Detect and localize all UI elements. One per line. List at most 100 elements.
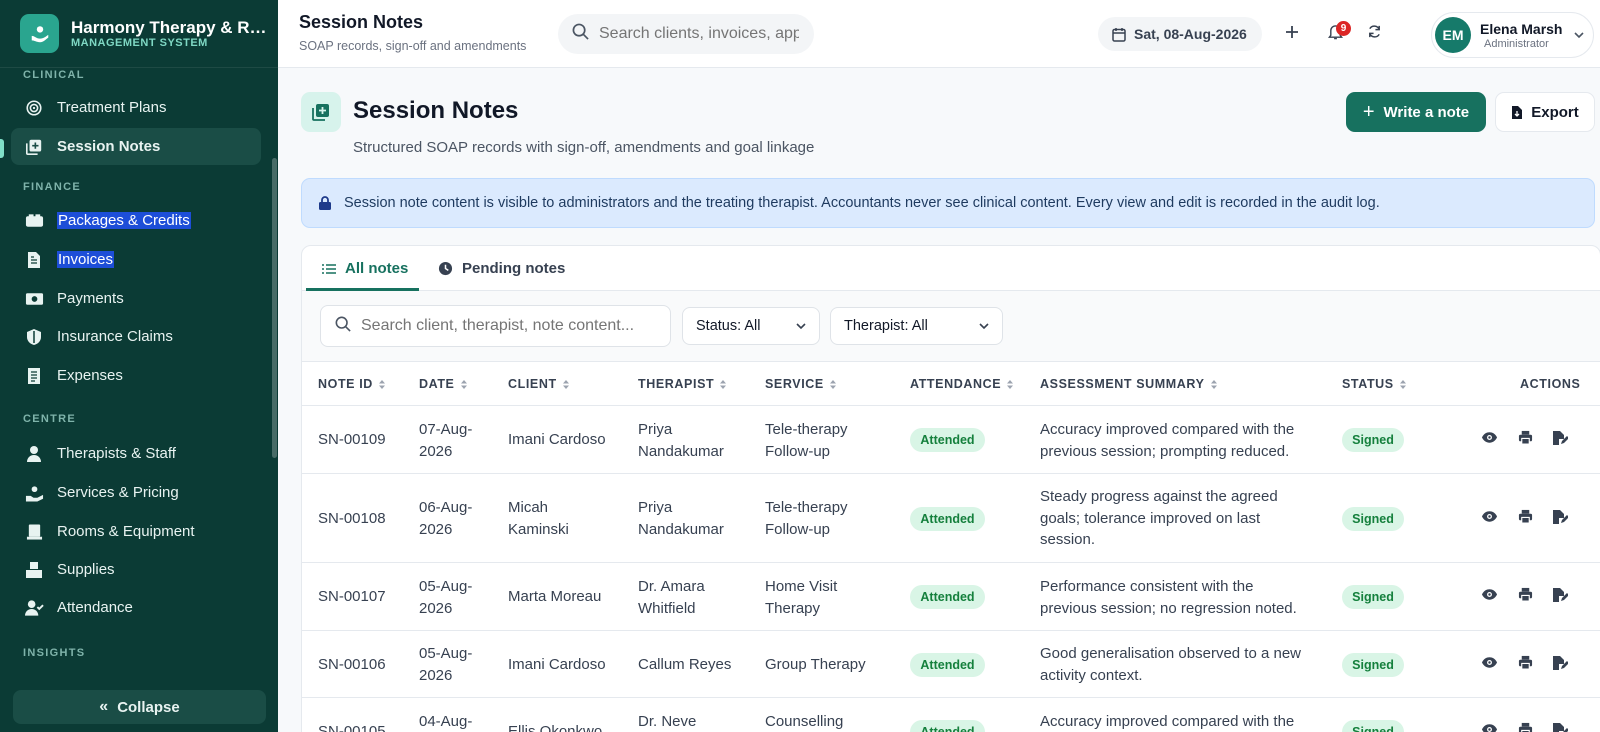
col-therapist[interactable]: THERAPIST: [638, 377, 727, 391]
table-row[interactable]: SN-00107 05-Aug- 2026 Marta Moreau Dr. Amara…: [302, 563, 1600, 631]
table-row[interactable]: SN-00109 07-Aug- 2026 Imani Cardoso Priya Nan…: [302, 406, 1600, 474]
attendance-badge: Attended: [910, 720, 985, 732]
table-row[interactable]: SN-00108 06-Aug- 2026 Micah Kaminski Priya Nan…: [302, 474, 1600, 563]
therapist-filter[interactable]: Therapist: All: [830, 307, 1003, 345]
col-label: SERVICE: [765, 377, 824, 391]
search-icon: [572, 23, 589, 45]
attendance-badge: Attended: [910, 507, 985, 531]
col-label: ASSESSMENT SUMMARY: [1040, 377, 1205, 391]
view-button[interactable]: [1479, 430, 1499, 450]
print-button[interactable]: [1515, 430, 1535, 450]
eye-icon: [1481, 431, 1498, 449]
col-date[interactable]: DATE: [419, 377, 468, 391]
col-actions: ACTIONS: [1520, 377, 1580, 391]
sidebar-item-attendance[interactable]: Attendance: [11, 589, 261, 626]
refresh-button[interactable]: [1357, 17, 1391, 51]
active-indicator: [0, 139, 4, 158]
lock-icon: [318, 195, 332, 211]
nav-section-finance: FINANCE: [23, 181, 81, 193]
write-note-button[interactable]: + Write a note: [1346, 92, 1486, 132]
collapse-button[interactable]: « Collapse: [13, 690, 266, 724]
status-filter[interactable]: Status: All: [682, 307, 820, 345]
col-status[interactable]: STATUS: [1342, 377, 1407, 391]
therapist-cell: Dr. Amara Whitfield: [638, 576, 705, 619]
cell-line: Priya: [638, 421, 673, 438]
date-pill[interactable]: Sat, 08-Aug-2026: [1098, 17, 1262, 51]
list-icon: [322, 263, 336, 275]
sidebar-item-label: Session Notes: [57, 138, 161, 155]
global-search-input[interactable]: [599, 25, 799, 43]
topbar-subtitle: SOAP records, sign-off and amendments: [299, 39, 527, 53]
add-button[interactable]: [1275, 17, 1309, 51]
brand: Harmony Therapy & Re... MANAGEMENT SYSTE…: [0, 0, 278, 68]
notification-badge: 9: [1336, 21, 1351, 36]
print-icon: [1518, 509, 1533, 529]
notifications-button[interactable]: 9: [1318, 17, 1352, 51]
summary-cell: Accuracy improved compared with the previ…: [1040, 419, 1294, 462]
sidebar-item-treatment-plans[interactable]: Treatment Plans: [11, 89, 261, 126]
sidebar-item-insurance-claims[interactable]: Insurance Claims: [11, 318, 261, 355]
chevron-down-icon: [1573, 28, 1585, 46]
sidebar-item-therapists-staff[interactable]: Therapists & Staff: [11, 435, 261, 472]
boxes-icon: [24, 560, 44, 580]
notes-card: All notes Pending notes Status: All Ther…: [301, 245, 1600, 732]
col-attendance[interactable]: ATTENDANCE: [910, 377, 1014, 391]
sidebar-item-expenses[interactable]: Expenses: [11, 357, 261, 394]
tab-all-notes[interactable]: All notes: [322, 246, 408, 291]
date-cell: 05-Aug- 2026: [419, 643, 472, 686]
file-edit-icon: [1552, 655, 1569, 676]
view-button[interactable]: [1479, 722, 1499, 732]
user-menu[interactable]: EM Elena Marsh Administrator: [1431, 12, 1594, 58]
client-cell: Ellis Okonkwo: [508, 721, 602, 732]
sidebar-item-supplies[interactable]: Supplies: [11, 551, 261, 588]
col-assessment-summary[interactable]: ASSESSMENT SUMMARY: [1040, 377, 1218, 391]
print-button[interactable]: [1515, 722, 1535, 732]
amend-button[interactable]: [1550, 722, 1570, 732]
notes-icon: [24, 137, 44, 157]
sidebar-item-label: Insurance Claims: [57, 328, 173, 345]
file-edit-icon: [1552, 587, 1569, 608]
table-row[interactable]: SN-00106 05-Aug- 2026 Imani Cardoso Callum R…: [302, 631, 1600, 698]
date-cell: 07-Aug- 2026: [419, 419, 472, 462]
cell-line: Ellis Okonkwo: [508, 723, 603, 732]
view-button[interactable]: [1479, 655, 1499, 675]
view-button[interactable]: [1479, 509, 1499, 529]
sidebar-item-packages[interactable]: Packages & Credits: [11, 202, 261, 239]
table-row[interactable]: SN-00105 04-Aug-2026 Ellis Okonkwo Dr. Neve…: [302, 698, 1600, 732]
user-name: Elena Marsh: [1480, 21, 1563, 37]
client-cell: Imani Cardoso: [508, 654, 606, 676]
print-button[interactable]: [1515, 655, 1535, 675]
col-note-id[interactable]: NOTE ID: [318, 377, 386, 391]
col-label: DATE: [419, 377, 455, 391]
col-service[interactable]: SERVICE: [765, 377, 837, 391]
cell-line: Imani Cardoso: [508, 431, 606, 448]
amend-button[interactable]: [1550, 587, 1570, 607]
sidebar-item-services-pricing[interactable]: Services & Pricing: [11, 474, 261, 511]
export-button[interactable]: Export: [1495, 92, 1595, 132]
tab-pending-notes[interactable]: Pending notes: [438, 246, 565, 291]
amend-button[interactable]: [1550, 655, 1570, 675]
sidebar-item-invoices[interactable]: Invoices: [11, 241, 261, 278]
col-label: ATTENDANCE: [910, 377, 1002, 391]
attendance-badge: Attended: [910, 585, 985, 609]
nav-section-insights: INSIGHTS: [23, 647, 86, 659]
sidebar-item-label: Invoices: [57, 251, 115, 268]
eye-icon: [1481, 510, 1498, 528]
shield-icon: [24, 327, 44, 347]
notes-search-input[interactable]: [361, 317, 661, 335]
amend-button[interactable]: [1550, 509, 1570, 529]
sidebar-item-payments[interactable]: Payments: [11, 280, 261, 317]
print-button[interactable]: [1515, 509, 1535, 529]
sidebar-item-session-notes[interactable]: Session Notes: [11, 128, 261, 165]
sidebar-item-rooms-equipment[interactable]: Rooms & Equipment: [11, 513, 261, 550]
view-button[interactable]: [1479, 587, 1499, 607]
cell-line: previous session; no regression noted.: [1040, 599, 1297, 617]
print-button[interactable]: [1515, 587, 1535, 607]
sort-icon: [829, 379, 837, 390]
eye-icon: [1481, 723, 1498, 732]
sidebar-scrollbar[interactable]: [272, 158, 277, 458]
amend-button[interactable]: [1550, 430, 1570, 450]
col-client[interactable]: CLIENT: [508, 377, 570, 391]
col-label: NOTE ID: [318, 377, 373, 391]
col-label: CLIENT: [508, 377, 557, 391]
